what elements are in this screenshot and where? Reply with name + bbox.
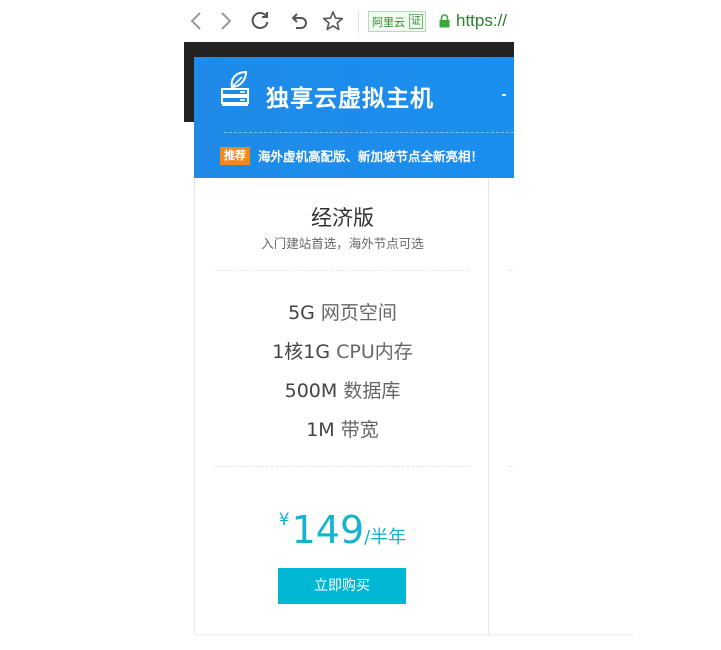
card-title: 独享云虚拟主机 [266, 86, 434, 112]
next-card-edge [499, 178, 514, 636]
divider [509, 466, 514, 467]
feature-bandwidth: 1M 带宽 [195, 415, 490, 442]
cert-label: 阿里云 [372, 15, 405, 29]
star-icon [322, 11, 344, 31]
buy-now-button[interactable]: 立即购买 [278, 568, 406, 604]
browser-toolbar: 阿里云 证 https:// [184, 0, 514, 42]
toolbar-divider [358, 11, 359, 33]
plan-name: 经济版 [311, 206, 374, 230]
price-value: 149 [291, 508, 365, 552]
header-dash [502, 94, 506, 96]
price-currency: ¥ [278, 510, 290, 530]
header-divider [224, 132, 514, 133]
feature-value: 1M [306, 419, 335, 441]
divider [509, 270, 514, 271]
feature-unit: CPU内存 [336, 341, 413, 363]
bookmark-button[interactable] [321, 9, 345, 33]
price-unit: /半年 [364, 527, 407, 548]
url-bar[interactable]: https:// [456, 11, 514, 31]
feature-cpu: 1核1G CPU内存 [195, 337, 490, 364]
promo-tag: 推荐 [220, 146, 250, 165]
price: ¥149/半年 [195, 508, 490, 552]
reload-icon [251, 12, 269, 29]
forward-button[interactable] [214, 9, 238, 33]
cert-mark: 证 [409, 14, 423, 29]
chevron-left-icon [190, 12, 201, 30]
server-leaf-icon [221, 70, 249, 106]
feature-value: 500M [284, 380, 338, 402]
promo-banner[interactable]: 推荐 海外虚机高配版、新加坡节点全新亮相！ [220, 146, 483, 165]
feature-storage: 5G 网页空间 [195, 298, 490, 325]
feature-unit: 网页空间 [320, 302, 397, 324]
page-bottom-rule [194, 634, 634, 636]
feature-unit: 带宽 [340, 419, 379, 441]
reload-button[interactable] [248, 9, 272, 33]
undo-button[interactable] [287, 9, 311, 33]
page-viewport: 独享云虚拟主机 推荐 海外虚机高配版、新加坡节点全新亮相！ 经济版 入门建站首选… [184, 42, 514, 636]
feature-value: 5G [288, 302, 315, 324]
divider [215, 466, 470, 467]
card-header: 独享云虚拟主机 推荐 海外虚机高配版、新加坡节点全新亮相！ [194, 57, 514, 178]
lock-icon [439, 14, 450, 28]
promo-text: 海外虚机高配版、新加坡节点全新亮相！ [258, 149, 484, 164]
feature-value: 1核1G [272, 341, 331, 363]
plan-subtitle: 入门建站首选，海外节点可选 [261, 236, 424, 251]
feature-database: 500M 数据库 [195, 376, 490, 403]
product-card: 独享云虚拟主机 推荐 海外虚机高配版、新加坡节点全新亮相！ 经济版 入门建站首选… [194, 57, 514, 636]
divider [215, 270, 470, 271]
chevron-right-icon [221, 12, 232, 30]
undo-icon [291, 13, 307, 29]
plan-card-body: 经济版 入门建站首选，海外节点可选 5G 网页空间 1核1G CPU内存 500… [194, 178, 489, 636]
certificate-badge[interactable]: 阿里云 证 [368, 11, 426, 32]
back-button[interactable] [184, 9, 208, 33]
feature-unit: 数据库 [343, 380, 401, 402]
